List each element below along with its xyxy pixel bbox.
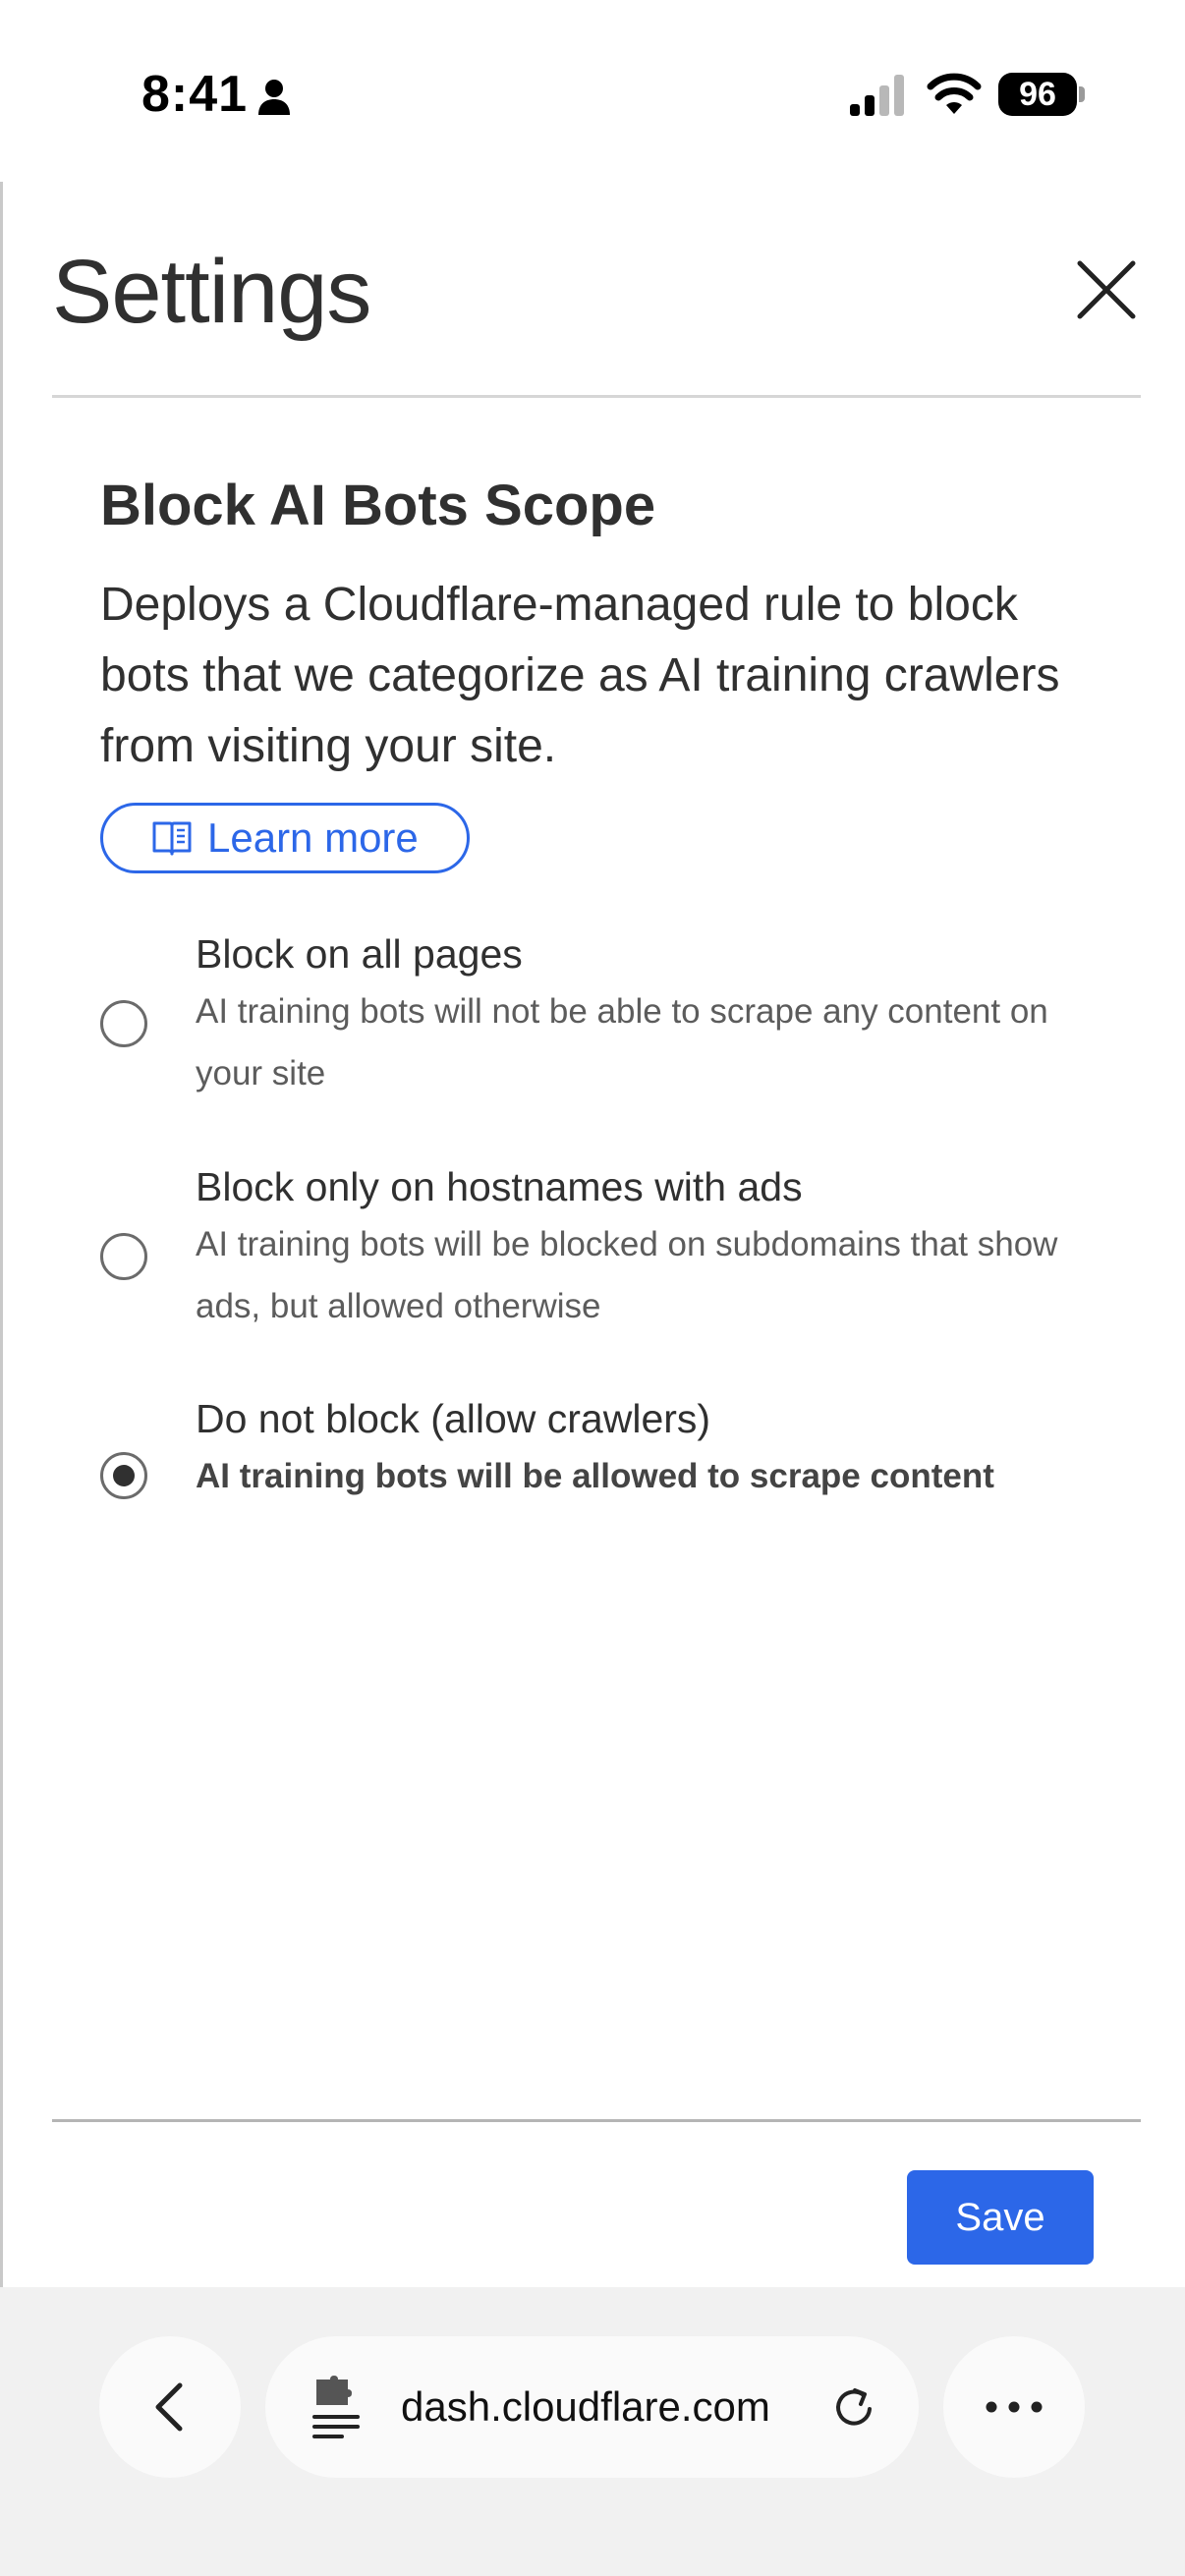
section-heading: Block AI Bots Scope <box>100 474 656 537</box>
address-bar[interactable]: dash.cloudflare.com <box>265 2336 919 2478</box>
header-divider <box>52 395 1141 398</box>
radio-button[interactable] <box>100 1000 147 1047</box>
radio-description: AI training bots will be allowed to scra… <box>196 1457 994 1495</box>
radio-label: Do not block (allow crawlers) <box>196 1396 711 1441</box>
more-icon <box>986 2401 1043 2413</box>
radio-description: AI training bots will not be able to scr… <box>196 992 1048 1092</box>
back-button[interactable] <box>99 2336 241 2478</box>
radio-option-block-ads[interactable]: Block only on hostnames with ads AI trai… <box>100 1164 1083 1361</box>
status-bar: 8:41 96 <box>0 0 1185 182</box>
back-icon <box>155 2382 183 2432</box>
reload-icon[interactable] <box>830 2382 879 2432</box>
more-button[interactable] <box>943 2336 1085 2478</box>
learn-more-label: Learn more <box>207 814 419 861</box>
url-text: dash.cloudflare.com <box>401 2383 770 2430</box>
footer-divider <box>52 2119 1141 2122</box>
wifi-icon <box>927 73 982 114</box>
save-button[interactable]: Save <box>907 2170 1094 2265</box>
radio-option-block-all[interactable]: Block on all pages AI training bots will… <box>100 931 1083 1128</box>
battery-icon: 96 <box>998 73 1077 116</box>
radio-button-selected[interactable] <box>100 1452 147 1499</box>
close-icon[interactable] <box>1072 255 1141 324</box>
person-icon <box>258 80 290 115</box>
radio-description: AI training bots will be blocked on subd… <box>196 1225 1058 1325</box>
page-title: Settings <box>52 242 371 342</box>
browser-toolbar: dash.cloudflare.com <box>0 2287 1185 2576</box>
radio-option-do-not-block[interactable]: Do not block (allow crawlers) AI trainin… <box>100 1396 1083 1534</box>
radio-label: Block on all pages <box>196 931 523 977</box>
battery-cap <box>1079 86 1085 102</box>
status-time: 8:41 <box>141 66 249 123</box>
radio-button[interactable] <box>100 1233 147 1280</box>
extension-icon <box>312 2376 360 2438</box>
radio-label: Block only on hostnames with ads <box>196 1164 803 1209</box>
signal-icon <box>850 75 904 116</box>
book-icon <box>152 821 192 856</box>
learn-more-button[interactable]: Learn more <box>100 803 470 873</box>
settings-panel: Settings Block AI Bots Scope Deploys a C… <box>0 182 1185 2287</box>
section-description: Deploys a Cloudflare-managed rule to blo… <box>100 579 1060 772</box>
